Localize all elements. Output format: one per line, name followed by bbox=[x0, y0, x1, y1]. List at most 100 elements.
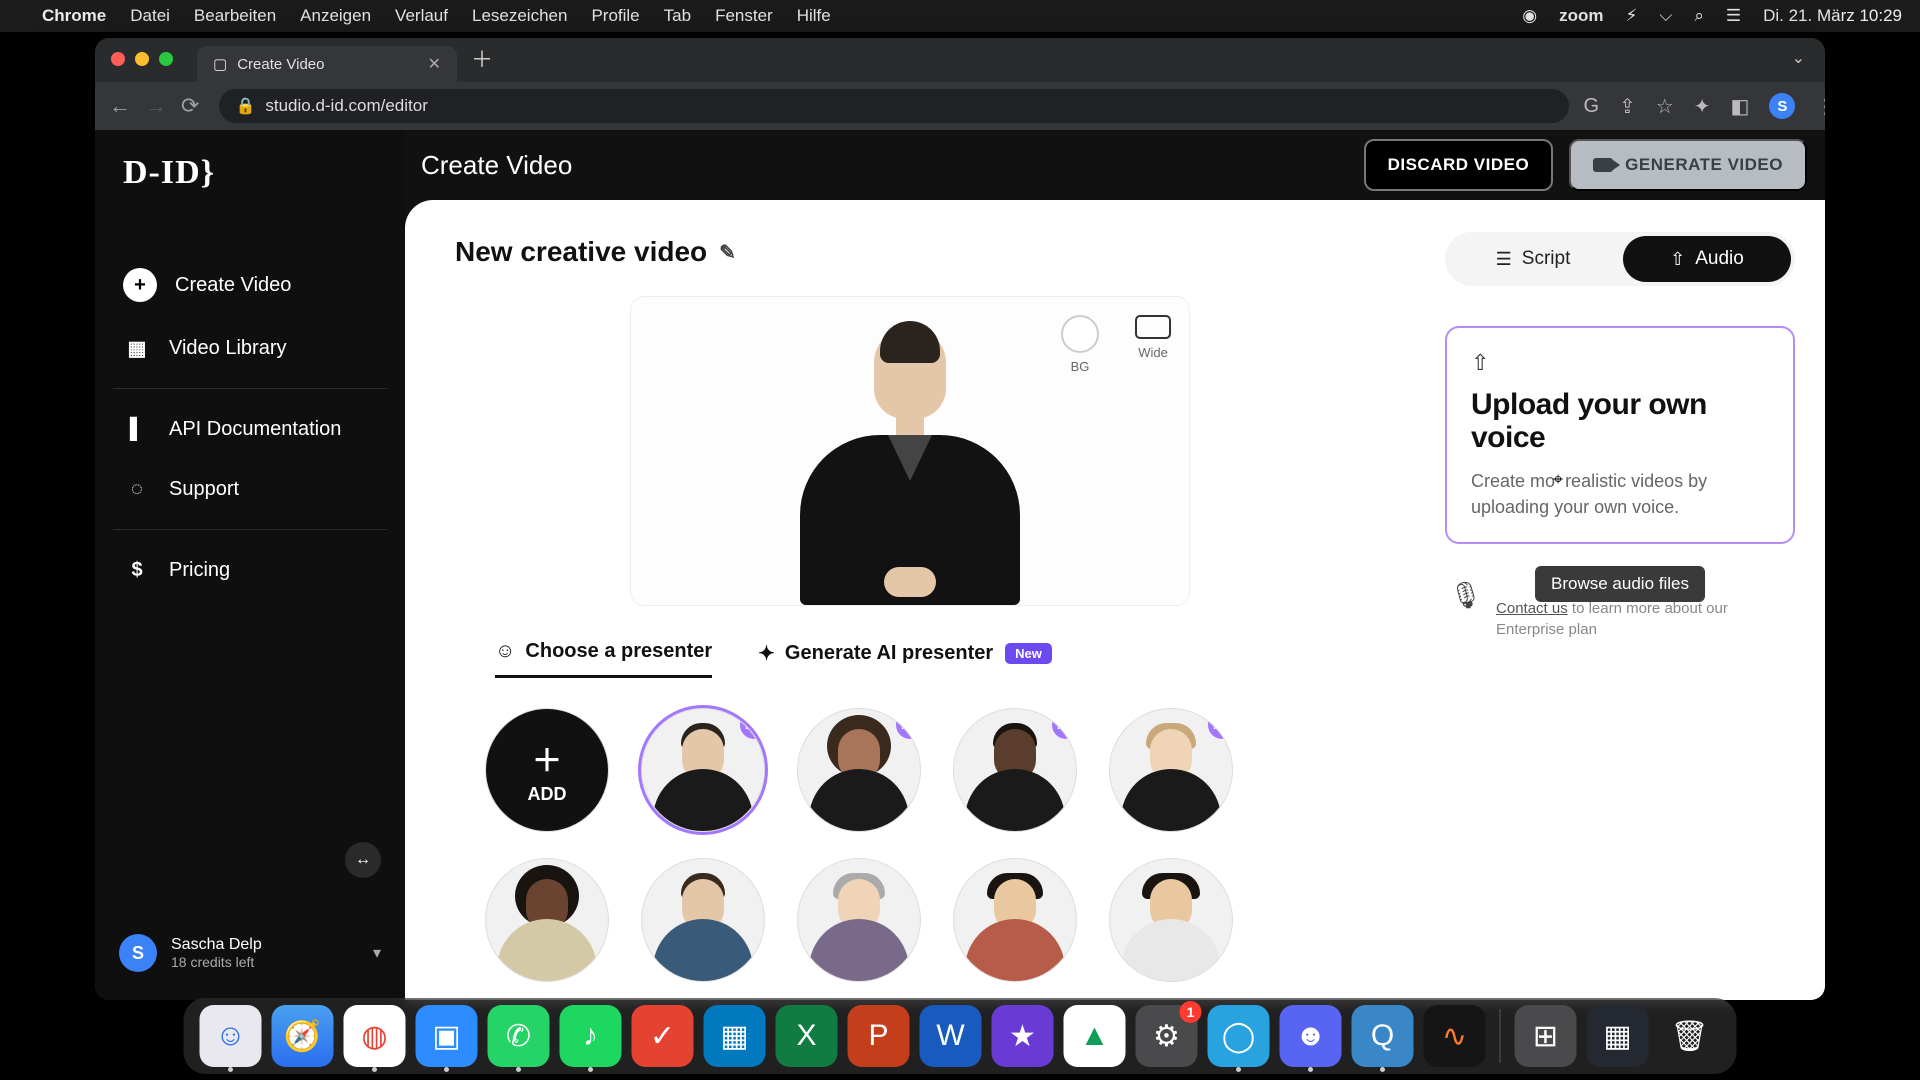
menu-item[interactable]: Bearbeiten bbox=[194, 6, 276, 26]
dock-app-excel[interactable]: X bbox=[776, 1005, 838, 1067]
zoom-label[interactable]: zoom bbox=[1559, 6, 1603, 26]
presenter-option[interactable]: HQ bbox=[953, 708, 1077, 832]
tab-script[interactable]: ☰ Script bbox=[1449, 236, 1617, 282]
dock-trash[interactable]: 🗑 bbox=[1659, 1005, 1721, 1067]
dock-app-settings[interactable]: ⚙1 bbox=[1136, 1005, 1198, 1067]
rectangle-icon bbox=[1135, 315, 1171, 339]
dock-app-todoist[interactable]: ✓ bbox=[632, 1005, 694, 1067]
dock-app-discord[interactable]: ☻ bbox=[1280, 1005, 1342, 1067]
tab-audio[interactable]: ⇧ Audio bbox=[1623, 236, 1791, 282]
sidebar-item-create-video[interactable]: + Create Video bbox=[95, 252, 405, 318]
upload-title: Upload your own voice bbox=[1471, 388, 1769, 454]
menu-item[interactable]: Anzeigen bbox=[300, 6, 371, 26]
google-icon[interactable]: G bbox=[1583, 95, 1599, 118]
dock-app-powerpoint[interactable]: P bbox=[848, 1005, 910, 1067]
dock-app[interactable]: ◯ bbox=[1208, 1005, 1270, 1067]
user-account[interactable]: S Sascha Delp 18 credits left ▾ bbox=[95, 918, 405, 1000]
presenter-option[interactable]: HQ bbox=[797, 708, 921, 832]
dock-app-spotify[interactable]: ♪ bbox=[560, 1005, 622, 1067]
back-button[interactable]: ← bbox=[109, 93, 131, 119]
presenter-option[interactable]: HQ bbox=[641, 708, 765, 832]
menu-item[interactable]: Verlauf bbox=[395, 6, 448, 26]
close-window-icon[interactable] bbox=[111, 52, 125, 66]
dock-app-chrome[interactable]: ◍ bbox=[344, 1005, 406, 1067]
dock-app-drive[interactable]: ▲ bbox=[1064, 1005, 1126, 1067]
dock-app-audio[interactable]: ∿ bbox=[1424, 1005, 1486, 1067]
search-icon[interactable]: ⌕ bbox=[1694, 6, 1704, 26]
new-tab-button[interactable]: ＋ bbox=[471, 42, 493, 74]
reload-button[interactable]: ⟳ bbox=[181, 93, 199, 119]
url-text: studio.d-id.com/editor bbox=[265, 96, 428, 116]
dock-app-imovie[interactable]: ★ bbox=[992, 1005, 1054, 1067]
address-bar-row: ← → ⟳ 🔒 studio.d-id.com/editor G ⇪ ☆ ✦ ◧… bbox=[95, 82, 1825, 130]
sidebar-item-pricing[interactable]: $ Pricing bbox=[95, 540, 405, 600]
menu-item[interactable]: Datei bbox=[130, 6, 170, 26]
menu-item[interactable]: Hilfe bbox=[797, 6, 831, 26]
traffic-lights[interactable] bbox=[111, 52, 173, 66]
presenter-option[interactable]: HQ bbox=[1109, 708, 1233, 832]
presenter-tabs: ☺ Choose a presenter ✦ Generate AI prese… bbox=[455, 640, 1365, 678]
new-badge: New bbox=[1005, 643, 1052, 664]
dock-app-safari[interactable]: 🧭 bbox=[272, 1005, 334, 1067]
upload-voice-card[interactable]: ⇧ Upload your own voice Create mo realis… bbox=[1445, 326, 1795, 544]
discard-video-button[interactable]: DISCARD VIDEO bbox=[1364, 139, 1554, 191]
close-tab-icon[interactable]: ✕ bbox=[428, 54, 441, 74]
app-name[interactable]: Chrome bbox=[42, 6, 106, 26]
dollar-icon: $ bbox=[123, 556, 151, 584]
battery-icon[interactable]: ⚡︎ bbox=[1625, 6, 1637, 26]
presenter-preview: BG Wide bbox=[630, 296, 1190, 606]
dock-separator bbox=[1500, 1009, 1501, 1063]
minimize-window-icon[interactable] bbox=[135, 52, 149, 66]
extensions-icon[interactable]: ✦ bbox=[1694, 94, 1711, 119]
menu-item[interactable]: Tab bbox=[664, 6, 691, 26]
tab-generate-ai-presenter[interactable]: ✦ Generate AI presenter New bbox=[758, 641, 1052, 678]
dock-app-whatsapp[interactable]: ✆ bbox=[488, 1005, 550, 1067]
maximize-window-icon[interactable] bbox=[159, 52, 173, 66]
add-presenter-button[interactable]: ＋ ADD bbox=[485, 708, 609, 832]
edit-title-icon[interactable]: ✎ bbox=[719, 240, 736, 265]
divider bbox=[113, 529, 387, 530]
menu-item[interactable]: Lesezeichen bbox=[472, 6, 567, 26]
sidebar-item-support[interactable]: ◌ Support bbox=[95, 459, 405, 519]
dock-app-launchpad[interactable]: ▦ bbox=[1587, 1005, 1649, 1067]
generate-video-button[interactable]: GENERATE VIDEO bbox=[1569, 139, 1807, 191]
url-bar[interactable]: 🔒 studio.d-id.com/editor bbox=[219, 89, 1569, 123]
sidebar-item-video-library[interactable]: ▦ Video Library bbox=[95, 318, 405, 378]
wide-button[interactable]: Wide bbox=[1135, 315, 1171, 374]
presenter-option[interactable] bbox=[1109, 858, 1233, 982]
menu-item[interactable]: Fenster bbox=[715, 6, 773, 26]
dock-app-quicktime[interactable]: Q bbox=[1352, 1005, 1414, 1067]
contact-us-link[interactable]: Contact us bbox=[1496, 600, 1568, 617]
dock-app-word[interactable]: W bbox=[920, 1005, 982, 1067]
menu-icon[interactable]: ⋮ bbox=[1815, 94, 1825, 119]
project-title[interactable]: New creative video bbox=[455, 236, 707, 268]
logo[interactable]: D-ID} bbox=[95, 154, 405, 192]
menu-item[interactable]: Profile bbox=[591, 6, 639, 26]
dock-app-trello[interactable]: ▦ bbox=[704, 1005, 766, 1067]
presenter-option[interactable] bbox=[797, 858, 921, 982]
collapse-sidebar-button[interactable]: ↔ bbox=[345, 842, 381, 878]
record-icon[interactable]: ◉ bbox=[1522, 6, 1537, 26]
tab-title: Create Video bbox=[237, 56, 324, 73]
dock-app-zoom[interactable]: ▣ bbox=[416, 1005, 478, 1067]
browser-tab[interactable]: ▢ Create Video ✕ bbox=[197, 46, 457, 82]
datetime[interactable]: Di. 21. März 10:29 bbox=[1763, 6, 1902, 26]
upload-icon: ⇧ bbox=[1471, 350, 1769, 376]
background-button[interactable]: BG bbox=[1061, 315, 1099, 374]
control-center-icon[interactable]: ☰ bbox=[1726, 6, 1741, 26]
tab-overflow-icon[interactable]: ⌄ bbox=[1792, 48, 1805, 68]
hq-badge: HQ bbox=[896, 711, 921, 739]
dock-app-finder[interactable]: ☺ bbox=[200, 1005, 262, 1067]
tab-choose-presenter[interactable]: ☺ Choose a presenter bbox=[495, 640, 712, 678]
profile-avatar[interactable]: S bbox=[1769, 93, 1795, 119]
presenter-option[interactable] bbox=[485, 858, 609, 982]
bookmark-icon[interactable]: ☆ bbox=[1656, 94, 1674, 119]
add-label: ADD bbox=[528, 784, 567, 805]
sidebar-item-api-docs[interactable]: ▌ API Documentation bbox=[95, 399, 405, 459]
dock-app-calculator[interactable]: ⊞ bbox=[1515, 1005, 1577, 1067]
presenter-option[interactable] bbox=[641, 858, 765, 982]
sidepanel-icon[interactable]: ◧ bbox=[1730, 94, 1749, 119]
wifi-icon[interactable]: ⌵ bbox=[1659, 6, 1672, 26]
share-icon[interactable]: ⇪ bbox=[1619, 94, 1636, 119]
presenter-option[interactable] bbox=[953, 858, 1077, 982]
